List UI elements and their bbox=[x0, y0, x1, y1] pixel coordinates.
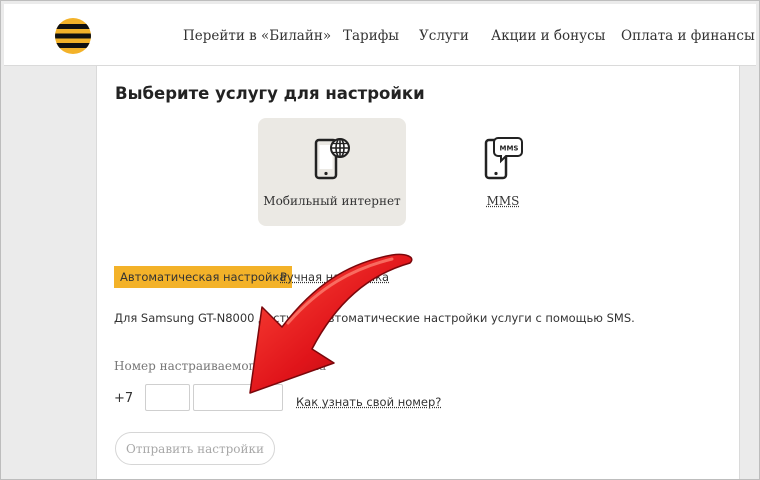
main-nav: Перейти в «Билайн» Тарифы Услуги Акции и… bbox=[4, 28, 756, 48]
nav-item-promotions[interactable]: Акции и бонусы bbox=[491, 28, 605, 44]
service-tile-mms[interactable]: MMS MMS bbox=[429, 118, 577, 226]
phone-mms-icon: MMS bbox=[484, 137, 523, 180]
nav-item-payment[interactable]: Оплата и финансы bbox=[621, 28, 755, 44]
phone-globe-icon bbox=[314, 138, 350, 180]
tab-manual-setup[interactable]: Ручная настройка bbox=[280, 266, 389, 288]
settings-panel: Выберите услугу для настройки Мобильный … bbox=[96, 66, 740, 480]
tab-automatic-setup[interactable]: Автоматическая настройка bbox=[114, 266, 293, 288]
send-settings-button[interactable]: Отправить настройки bbox=[115, 432, 275, 465]
nav-item-tariffs[interactable]: Тарифы bbox=[343, 28, 399, 44]
nav-item-go-to-beeline[interactable]: Перейти в «Билайн» bbox=[183, 28, 331, 44]
auto-setup-description: Для Samsung GT-N8000 доступны автоматиче… bbox=[114, 311, 635, 325]
how-to-find-number-link[interactable]: Как узнать свой номер? bbox=[296, 395, 441, 409]
service-label-mobile-internet: Мобильный интернет bbox=[263, 194, 401, 208]
phone-code-input[interactable] bbox=[145, 384, 190, 411]
service-tile-mobile-internet[interactable]: Мобильный интернет bbox=[258, 118, 406, 226]
site-header: Перейти в «Билайн» Тарифы Услуги Акции и… bbox=[4, 4, 756, 66]
page-title: Выберите услугу для настройки bbox=[115, 84, 425, 103]
svg-text:MMS: MMS bbox=[500, 145, 519, 153]
phone-number-label: Номер настраиваемого телефона bbox=[114, 359, 327, 373]
nav-item-services[interactable]: Услуги bbox=[419, 28, 469, 44]
service-label-mms: MMS bbox=[486, 194, 520, 208]
phone-number-input[interactable] bbox=[193, 384, 283, 411]
phone-prefix: +7 bbox=[114, 391, 134, 406]
